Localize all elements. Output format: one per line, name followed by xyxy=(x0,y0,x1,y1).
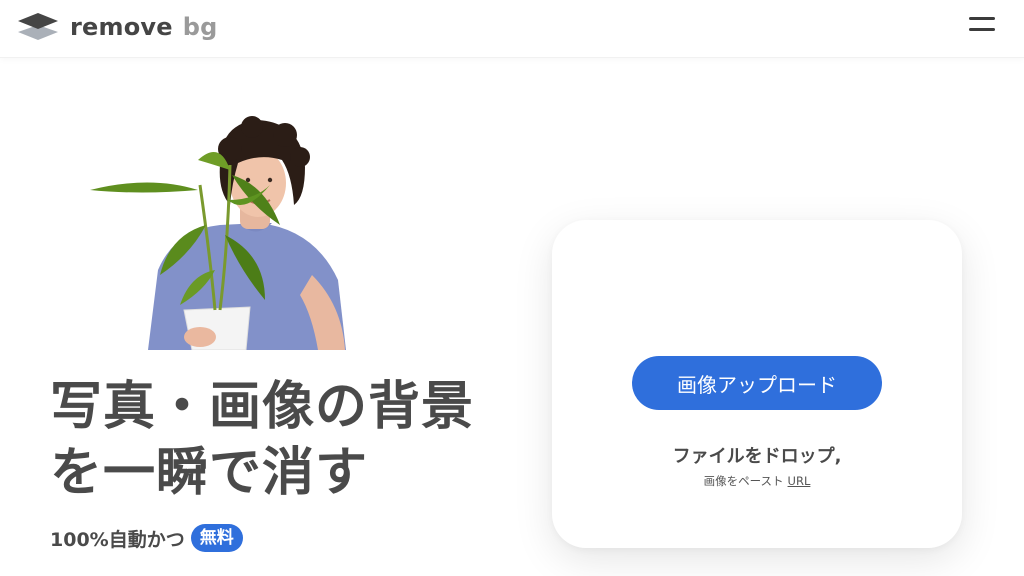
menu-button[interactable] xyxy=(962,14,1002,40)
drop-file-text: ファイルをドロップ, xyxy=(672,446,842,467)
logo-word-remove: remove xyxy=(70,13,173,41)
hero-subline: 100%自動かつ 無料 xyxy=(50,524,243,552)
subline-text: 100%自動かつ xyxy=(50,528,185,551)
paste-image-text: 画像をペースト xyxy=(703,474,784,488)
url-link[interactable]: URL xyxy=(788,474,811,488)
hamburger-menu-icon-line xyxy=(969,28,995,31)
upload-card[interactable]: 画像アップロード ファイルをドロップ, 画像をペースト URL xyxy=(552,220,962,548)
hero-headline: 写真・画像の背景 を一瞬で消す xyxy=(50,374,474,506)
logo-word-bg: bg xyxy=(182,13,218,41)
free-badge: 無料 xyxy=(190,524,243,552)
person-holding-plant-photo xyxy=(90,116,346,350)
paste-image-line: 画像をペースト URL xyxy=(552,473,962,489)
hamburger-menu-icon xyxy=(969,17,995,20)
logo-stack-icon xyxy=(18,13,58,40)
site-header: remove bg xyxy=(0,0,1024,58)
logo-link[interactable]: remove bg xyxy=(16,10,218,44)
headline-line-2: を一瞬で消す xyxy=(50,443,369,503)
logo-wordmark: remove bg xyxy=(70,12,218,42)
upload-image-button[interactable]: 画像アップロード xyxy=(632,356,882,410)
headline-line-1: 写真・画像の背景 xyxy=(50,377,475,437)
